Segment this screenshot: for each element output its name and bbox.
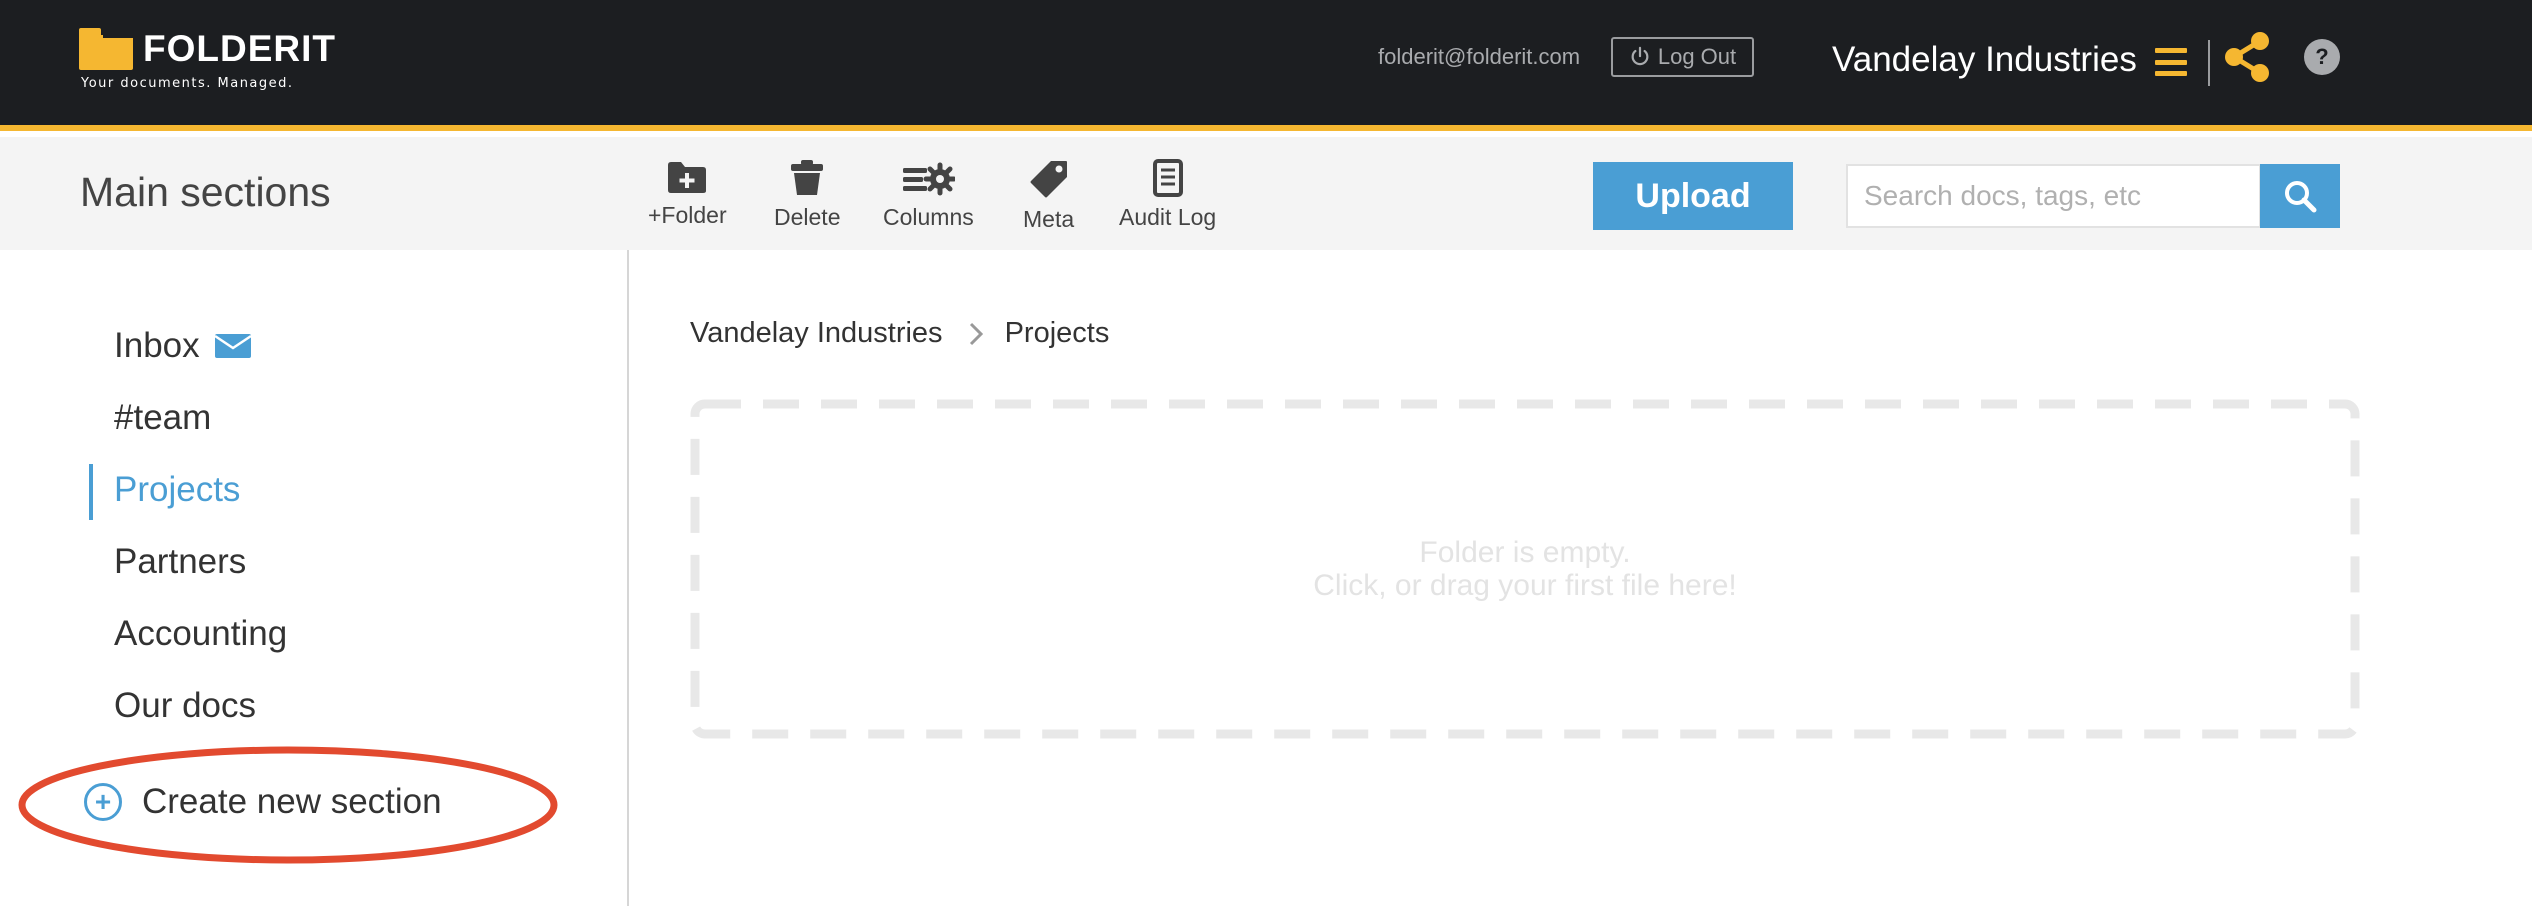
sidebar-item-label: Partners bbox=[114, 542, 247, 581]
hamburger-icon[interactable] bbox=[2155, 48, 2187, 76]
sidebar-item-inbox[interactable]: Inbox bbox=[114, 326, 252, 366]
logo[interactable]: FOLDERIT Your documents. Managed. bbox=[79, 28, 336, 91]
plus-circle-icon: + bbox=[84, 783, 122, 821]
sidebar-item-partners[interactable]: Partners bbox=[114, 542, 246, 582]
sidebar-divider bbox=[627, 250, 629, 906]
sidebar-item-our-docs[interactable]: Our docs bbox=[114, 686, 256, 726]
drop-zone[interactable]: Folder is empty. Click, or drag your fir… bbox=[690, 399, 2360, 739]
tool-label: Meta bbox=[1023, 206, 1075, 232]
sidebar-item-projects[interactable]: Projects bbox=[114, 470, 240, 510]
new-folder-button[interactable]: +Folder bbox=[648, 159, 727, 229]
search-icon bbox=[2285, 181, 2317, 213]
company-name[interactable]: Vandelay Industries bbox=[1832, 40, 2137, 80]
tool-label: +Folder bbox=[648, 202, 727, 228]
upload-button[interactable]: Upload bbox=[1593, 162, 1793, 230]
breadcrumb: Vandelay Industries Projects bbox=[690, 317, 1109, 350]
share-icon[interactable] bbox=[2222, 30, 2272, 84]
create-section-label: Create new section bbox=[142, 782, 442, 821]
header-divider bbox=[2208, 40, 2210, 86]
toolbar: Main sections +Folder Delete Columns Met… bbox=[0, 137, 2532, 250]
audit-log-button[interactable]: Audit Log bbox=[1119, 159, 1216, 231]
create-section-button[interactable]: + Create new section bbox=[84, 782, 442, 822]
logo-tagline: Your documents. Managed. bbox=[81, 76, 294, 91]
folder-plus-icon bbox=[668, 162, 707, 193]
sidebar-item-label: Projects bbox=[114, 470, 241, 509]
active-indicator bbox=[89, 464, 93, 520]
page-title: Main sections bbox=[80, 169, 331, 215]
search-button[interactable] bbox=[2260, 164, 2340, 228]
tool-label: Columns bbox=[883, 204, 974, 230]
breadcrumb-item[interactable]: Projects bbox=[1005, 317, 1110, 350]
meta-button[interactable]: Meta bbox=[1023, 159, 1074, 233]
tag-icon bbox=[1030, 161, 1067, 198]
folder-logo-icon bbox=[79, 28, 133, 70]
envelope-icon bbox=[213, 334, 252, 358]
delete-button[interactable]: Delete bbox=[774, 159, 840, 231]
sidebar-item-team[interactable]: #team bbox=[114, 398, 211, 438]
logout-label: Log Out bbox=[1657, 44, 1737, 69]
tool-label: Delete bbox=[774, 204, 841, 230]
document-icon bbox=[1152, 159, 1183, 197]
power-icon bbox=[1631, 46, 1649, 66]
breadcrumb-item[interactable]: Vandelay Industries bbox=[690, 317, 943, 350]
logout-button[interactable]: Log Out bbox=[1611, 37, 1754, 77]
sidebar-item-label: Accounting bbox=[114, 614, 288, 653]
empty-folder-message: Folder is empty. bbox=[1419, 536, 1631, 569]
columns-button[interactable]: Columns bbox=[883, 159, 974, 231]
sidebar-item-label: Our docs bbox=[114, 686, 256, 725]
trash-icon bbox=[791, 160, 824, 195]
chevron-right-icon bbox=[969, 322, 983, 346]
user-email: folderit@folderit.com bbox=[1378, 44, 1581, 69]
logo-text: FOLDERIT bbox=[143, 28, 336, 69]
help-icon[interactable]: ? bbox=[2304, 39, 2340, 75]
top-bar: FOLDERIT Your documents. Managed. folder… bbox=[0, 0, 2532, 131]
tool-label: Audit Log bbox=[1119, 204, 1217, 230]
sidebar-item-label: Inbox bbox=[114, 326, 200, 365]
sidebar-item-accounting[interactable]: Accounting bbox=[114, 614, 287, 654]
sidebar-item-label: #team bbox=[114, 398, 212, 437]
columns-settings-icon bbox=[903, 162, 956, 196]
empty-folder-hint: Click, or drag your first file here! bbox=[1313, 569, 1737, 602]
search-input[interactable] bbox=[1846, 164, 2261, 228]
